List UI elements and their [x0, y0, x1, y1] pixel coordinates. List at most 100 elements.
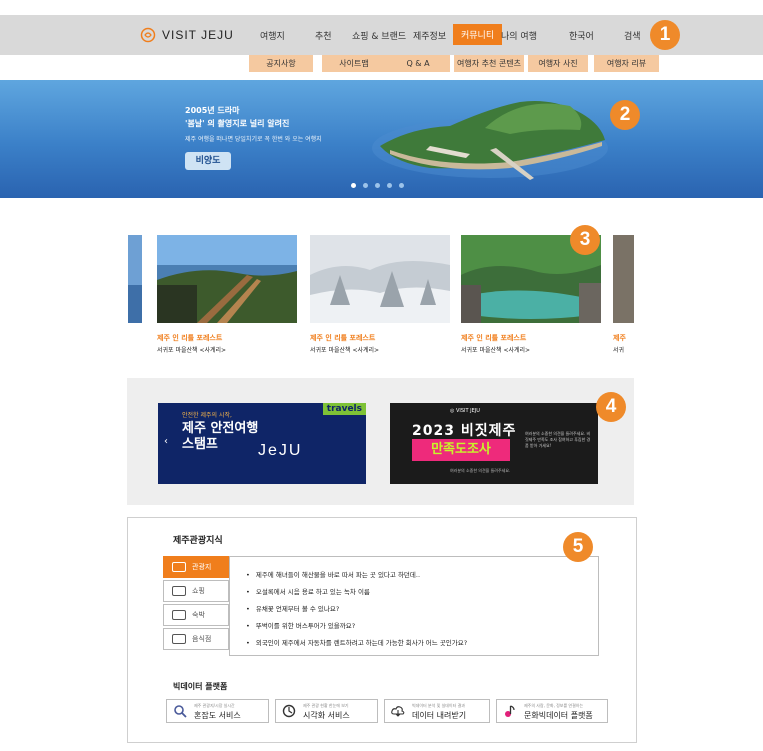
- card-thumbnail: [613, 235, 634, 323]
- community-subnav: 공지사항 사이트맵 Q & A 여행자 추천 콘텐츠 여행자 사진 여행자 리뷰: [0, 55, 763, 73]
- card-subtitle: 서귀포 마을산책 <사계리>: [157, 347, 227, 354]
- banner1-tagline: 안전한 제주의 시작,: [182, 412, 232, 419]
- faq-item[interactable]: 제주에 해녀들이 해산물을 바로 따서 파는 곳 있다고 하던데..: [246, 569, 420, 579]
- step-badge-2: 2: [610, 100, 640, 130]
- card-title[interactable]: 제주 인 리틀 포레스트: [157, 333, 297, 343]
- visualization-service-button[interactable]: 제주 관광 현황 한눈에 보기 시각화 서비스: [275, 699, 378, 723]
- tab-label: 숙박: [192, 611, 205, 619]
- banner2-year: 2023 비짓제주: [412, 423, 517, 439]
- nav-item-recommend[interactable]: 추천: [315, 29, 332, 42]
- step-badge-3: 3: [570, 225, 600, 255]
- hero-banner[interactable]: 2005년 드라마 '봄날' 의 촬영지로 널리 알려진 제주 여행을 떠나면 …: [0, 80, 763, 198]
- card-thumbnail: [157, 235, 297, 323]
- dish-icon: [172, 634, 186, 644]
- card-subtitle: 서귀포 마을산책 <사계리>: [310, 347, 380, 354]
- section-title: 제주관광지식: [173, 536, 223, 546]
- bigdata-caption: 제주 관광 현황 한눈에 보기: [303, 703, 349, 708]
- hero-location-button[interactable]: 비양도: [185, 152, 231, 170]
- carousel-card[interactable]: 제주 서귀: [613, 235, 634, 354]
- logo-icon: [140, 27, 156, 43]
- clock-icon: [282, 704, 296, 718]
- banner2-logo: ◎ VISIT JEJU: [450, 408, 480, 414]
- hero-dot-3[interactable]: [375, 183, 380, 188]
- jeju-knowledge-section: 제주관광지식 관광지 쇼핑 숙박 음식점 제주에 해녀들이 해산물을 바로 따서…: [127, 517, 637, 743]
- card-title[interactable]: 제주: [613, 333, 634, 343]
- faq-item[interactable]: 뚜벅이를 위한 버스투어가 있을까요?: [246, 620, 355, 630]
- hero-headline-1: 2005년 드라마: [185, 106, 240, 115]
- bigdata-caption: 빅데이터 분석 및 실데이터 결과: [412, 703, 465, 708]
- subnav-sitemap[interactable]: 사이트맵: [322, 55, 386, 72]
- music-note-icon: [505, 705, 515, 717]
- nav-item-jeju-info[interactable]: 제주정보: [413, 29, 446, 42]
- nav-item-my-trip[interactable]: 나의 여행: [501, 29, 537, 42]
- magnifier-icon: [174, 705, 187, 718]
- top-navigation-bar: VISIT JEJU 여행지 추천 쇼핑 & 브랜드 제주정보 커뮤니티 나의 …: [0, 15, 763, 55]
- congestion-service-button[interactable]: 제주 관광지/시장 실시간 혼잡도 서비스: [166, 699, 269, 723]
- banner1-tag: travels: [322, 403, 366, 415]
- carousel-card[interactable]: 제주 인 리틀 포레스트 서귀포 마을산책 <사계리>: [310, 235, 450, 354]
- safe-travel-stamp-banner[interactable]: ‹ 안전한 제주의 시작, 제주 안전여행 스탬프 JeJU travels: [158, 403, 366, 484]
- banner1-title: 제주 안전여행 스탬프: [182, 421, 259, 452]
- tab-attractions[interactable]: 관광지: [163, 556, 229, 578]
- tab-label: 쇼핑: [192, 587, 205, 595]
- step-badge-5: 5: [563, 532, 593, 562]
- hero-description: 제주 여행을 떠나면 당일치기로 꼭 한번 와 오는 여행지: [185, 136, 322, 143]
- bigdata-title: 빅데이터 플랫폼: [173, 682, 228, 691]
- hero-dot-4[interactable]: [387, 183, 392, 188]
- bigdata-label: 시각화 서비스: [303, 711, 350, 720]
- hero-dot-2[interactable]: [363, 183, 368, 188]
- landscape-icon: [172, 562, 186, 572]
- culture-bigdata-platform-button[interactable]: 제주의 사람, 문화, 정보를 연결하는 문화빅데이터 플랫폼: [496, 699, 608, 723]
- tab-label: 음식점: [192, 635, 212, 643]
- subnav-recommended-content[interactable]: 여행자 추천 콘텐츠: [454, 55, 524, 72]
- island-image: [372, 101, 608, 180]
- nav-item-shopping[interactable]: 쇼핑 & 브랜드: [352, 29, 406, 42]
- bigdata-label: 혼잡도 서비스: [194, 711, 241, 720]
- nav-item-community[interactable]: 커뮤니티: [453, 24, 503, 45]
- promo-banner-area: ‹ 안전한 제주의 시작, 제주 안전여행 스탬프 JeJU travels ◎…: [127, 378, 634, 505]
- banner2-footnote: 여러분의 소중한 의견을 들려주세요.: [450, 468, 511, 473]
- hero-dot-5[interactable]: [399, 183, 404, 188]
- tab-label: 관광지: [192, 563, 212, 571]
- tab-restaurants[interactable]: 음식점: [163, 628, 229, 650]
- hero-dot-1[interactable]: [351, 183, 356, 188]
- subnav-traveler-reviews[interactable]: 여행자 리뷰: [594, 55, 659, 72]
- hero-pagination: [351, 183, 404, 188]
- cloud-download-icon: [391, 706, 405, 717]
- banner1-brand: JeJU: [258, 442, 303, 459]
- card-title[interactable]: 제주 인 리틀 포레스트: [310, 333, 450, 343]
- site-logo[interactable]: VISIT JEJU: [140, 27, 234, 43]
- shopping-icon: [172, 586, 186, 596]
- subnav-qna[interactable]: Q & A: [386, 55, 450, 72]
- card-title[interactable]: 제주 인 리틀 포레스트: [461, 333, 601, 343]
- data-download-button[interactable]: 빅데이터 분석 및 실데이터 결과 데이터 내려받기: [384, 699, 490, 723]
- tab-lodging[interactable]: 숙박: [163, 604, 229, 626]
- banner2-info: 여러분의 소중한 의견을 들려주세요. 비짓제주 만족도 조사 참여하고 푸짐한…: [525, 431, 591, 448]
- logo-text: VISIT JEJU: [162, 28, 234, 42]
- bigdata-label: 문화빅데이터 플랫폼: [524, 711, 593, 720]
- nav-item-search[interactable]: 검색: [624, 29, 641, 42]
- carousel-card[interactable]: 제주 인 리틀 포레스트 서귀포 마을산책 <사계리>: [157, 235, 297, 354]
- satisfaction-survey-banner[interactable]: ◎ VISIT JEJU 2023 비짓제주 만족도조사 여러분의 소중한 의견…: [390, 403, 598, 484]
- subnav-traveler-photos[interactable]: 여행자 사진: [528, 55, 588, 72]
- faq-item[interactable]: 외국인이 제주에서 자동차를 렌트하려고 하는데 가능한 회사가 어느 곳인가요…: [246, 637, 467, 647]
- content-carousel: 제주 인 리틀 포레스트 서귀포 마을산책 <사계리> 제주 인 리틀 포레스트…: [128, 235, 634, 360]
- card-thumbnail: [310, 235, 450, 323]
- hero-headline-2: '봄날' 의 촬영지로 널리 알려진: [185, 119, 290, 128]
- language-selector[interactable]: 한국어: [569, 29, 594, 42]
- banner-prev-arrow[interactable]: ‹: [164, 436, 168, 447]
- nav-item-destinations[interactable]: 여행지: [260, 29, 285, 42]
- faq-item[interactable]: 유채꽃 언제부터 볼 수 있나요?: [246, 603, 339, 613]
- carousel-card[interactable]: [128, 235, 142, 323]
- faq-item[interactable]: 오설록에서 시음 용료 하고 있는 녹차 이름: [246, 586, 370, 596]
- step-badge-4: 4: [596, 392, 626, 422]
- step-badge-1: 1: [650, 20, 680, 50]
- subnav-notice[interactable]: 공지사항: [249, 55, 313, 72]
- bigdata-caption: 제주 관광지/시장 실시간: [194, 703, 235, 708]
- hero-text: 2005년 드라마 '봄날' 의 촬영지로 널리 알려진 제주 여행을 떠나면 …: [185, 105, 322, 143]
- card-subtitle: 서귀: [613, 347, 625, 354]
- faq-list: 제주에 해녀들이 해산물을 바로 따서 파는 곳 있다고 하던데.. 오설록에서…: [229, 556, 599, 656]
- card-subtitle: 서귀포 마을산책 <사계리>: [461, 347, 531, 354]
- card-thumbnail: [128, 235, 142, 323]
- tab-shopping[interactable]: 쇼핑: [163, 580, 229, 602]
